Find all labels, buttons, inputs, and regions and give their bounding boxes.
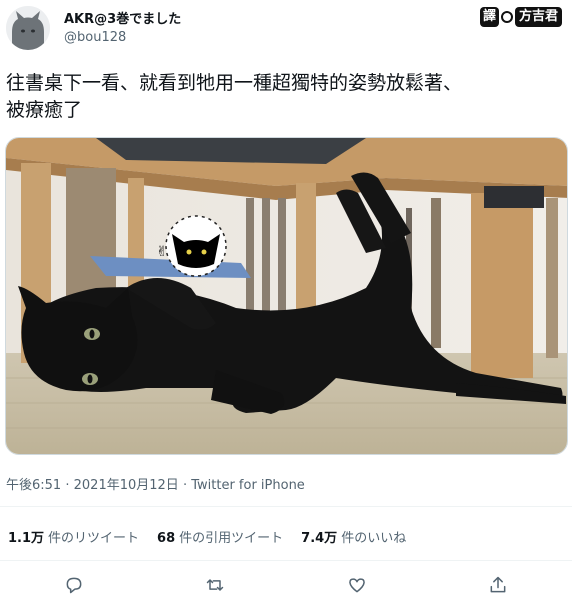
reply-icon xyxy=(66,577,82,594)
cat-photo-illustration: ✌ xyxy=(6,138,567,454)
avatar[interactable] xyxy=(6,6,50,50)
tweet-meta: 午後6:51 · 2021年10月12日 · Twitter for iPhon… xyxy=(6,474,305,493)
tweet-line-2: 被療癒了 xyxy=(6,99,83,121)
author-name[interactable]: AKR@3巻でました xyxy=(64,8,181,27)
retweets-label: 件のリツイート xyxy=(48,531,140,546)
badge-dot-icon xyxy=(501,11,514,23)
avatar-cat-icon xyxy=(6,6,50,50)
divider-top xyxy=(0,506,572,507)
share-icon xyxy=(490,576,506,593)
meta-separator-2: · xyxy=(182,478,188,493)
divider-bottom xyxy=(0,560,572,561)
tweet-stats: 1.1万 件のリツイート 68 件の引用ツイート 7.4万 件のいいね xyxy=(8,527,406,546)
meta-separator: · xyxy=(65,478,70,493)
svg-text:✌: ✌ xyxy=(156,244,168,260)
quotes-label: 件の引用ツイート xyxy=(179,531,284,546)
badge-part1: 譯 xyxy=(480,7,500,27)
quotes-count: 68 xyxy=(157,531,176,546)
quotes-stat[interactable]: 68 件の引用ツイート xyxy=(157,527,283,546)
like-icon xyxy=(349,578,365,593)
likes-label: 件のいいね xyxy=(341,531,407,546)
like-button[interactable] xyxy=(345,573,369,597)
tweet-photo[interactable]: ✌ xyxy=(5,137,568,455)
reply-button[interactable] xyxy=(62,573,86,597)
translator-badge: 譯 方吉君 xyxy=(480,6,563,28)
share-button[interactable] xyxy=(486,573,510,597)
badge-part2: 方吉君 xyxy=(515,7,563,27)
retweet-icon xyxy=(206,579,224,591)
tweet-date[interactable]: 2021年10月12日 xyxy=(74,478,179,493)
retweet-button[interactable] xyxy=(203,573,227,597)
likes-count: 7.4万 xyxy=(301,531,338,546)
retweets-count: 1.1万 xyxy=(8,531,45,546)
tweet-client[interactable]: Twitter for iPhone xyxy=(191,478,305,493)
tweet-text: 往書桌下一看、就看到牠用一種超獨特的姿勢放鬆著、 被療癒了 xyxy=(6,70,566,124)
likes-stat[interactable]: 7.4万 件のいいね xyxy=(301,527,406,546)
author-handle[interactable]: @bou128 xyxy=(64,30,126,45)
tweet-line-1: 往書桌下一看、就看到牠用一種超獨特的姿勢放鬆著、 xyxy=(6,72,463,94)
retweets-stat[interactable]: 1.1万 件のリツイート xyxy=(8,527,139,546)
tweet-time[interactable]: 午後6:51 xyxy=(6,478,61,493)
